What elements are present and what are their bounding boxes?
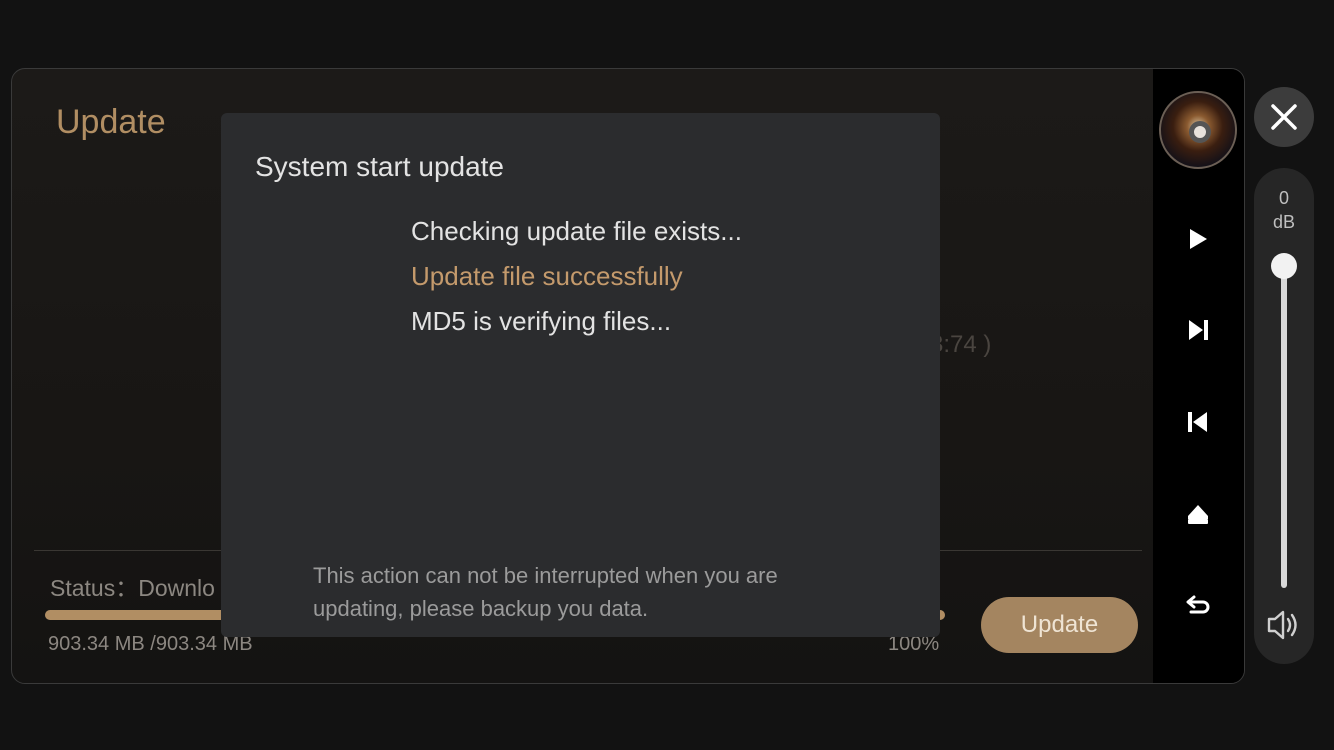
update-dialog: System start update Checking update file… (221, 113, 940, 637)
play-icon[interactable] (1183, 224, 1213, 254)
close-button[interactable] (1254, 87, 1314, 147)
disc-center (1189, 121, 1211, 143)
volume-unit: dB (1272, 212, 1296, 232)
eject-icon[interactable] (1183, 499, 1213, 529)
dialog-warning-note: This action can not be interrupted when … (313, 563, 778, 621)
volume-slider-knob[interactable] (1271, 253, 1297, 279)
page-title: Update (56, 103, 166, 141)
speaker-icon[interactable] (1266, 608, 1302, 642)
log-line-success: Update file successfully (411, 261, 683, 291)
album-art-disc[interactable] (1159, 91, 1237, 169)
update-button[interactable]: Update (981, 597, 1138, 653)
player-sidebar (1153, 69, 1244, 683)
dialog-title: System start update (255, 151, 505, 182)
log-line-checking: Checking update file exists... (411, 216, 742, 246)
status-text: Status：Downlo (50, 575, 215, 601)
close-icon (1271, 104, 1297, 130)
skip-next-icon[interactable] (1183, 315, 1213, 345)
volume-panel: 0 dB (1254, 168, 1314, 664)
log-line-verifying: MD5 is verifying files... (411, 306, 672, 336)
skip-previous-icon[interactable] (1183, 407, 1213, 437)
volume-slider-track[interactable] (1281, 266, 1287, 588)
back-arrow-icon[interactable] (1183, 590, 1213, 620)
volume-value: 0 (1278, 188, 1289, 208)
download-size-text: 903.34 MB /903.34 MB (48, 633, 253, 655)
